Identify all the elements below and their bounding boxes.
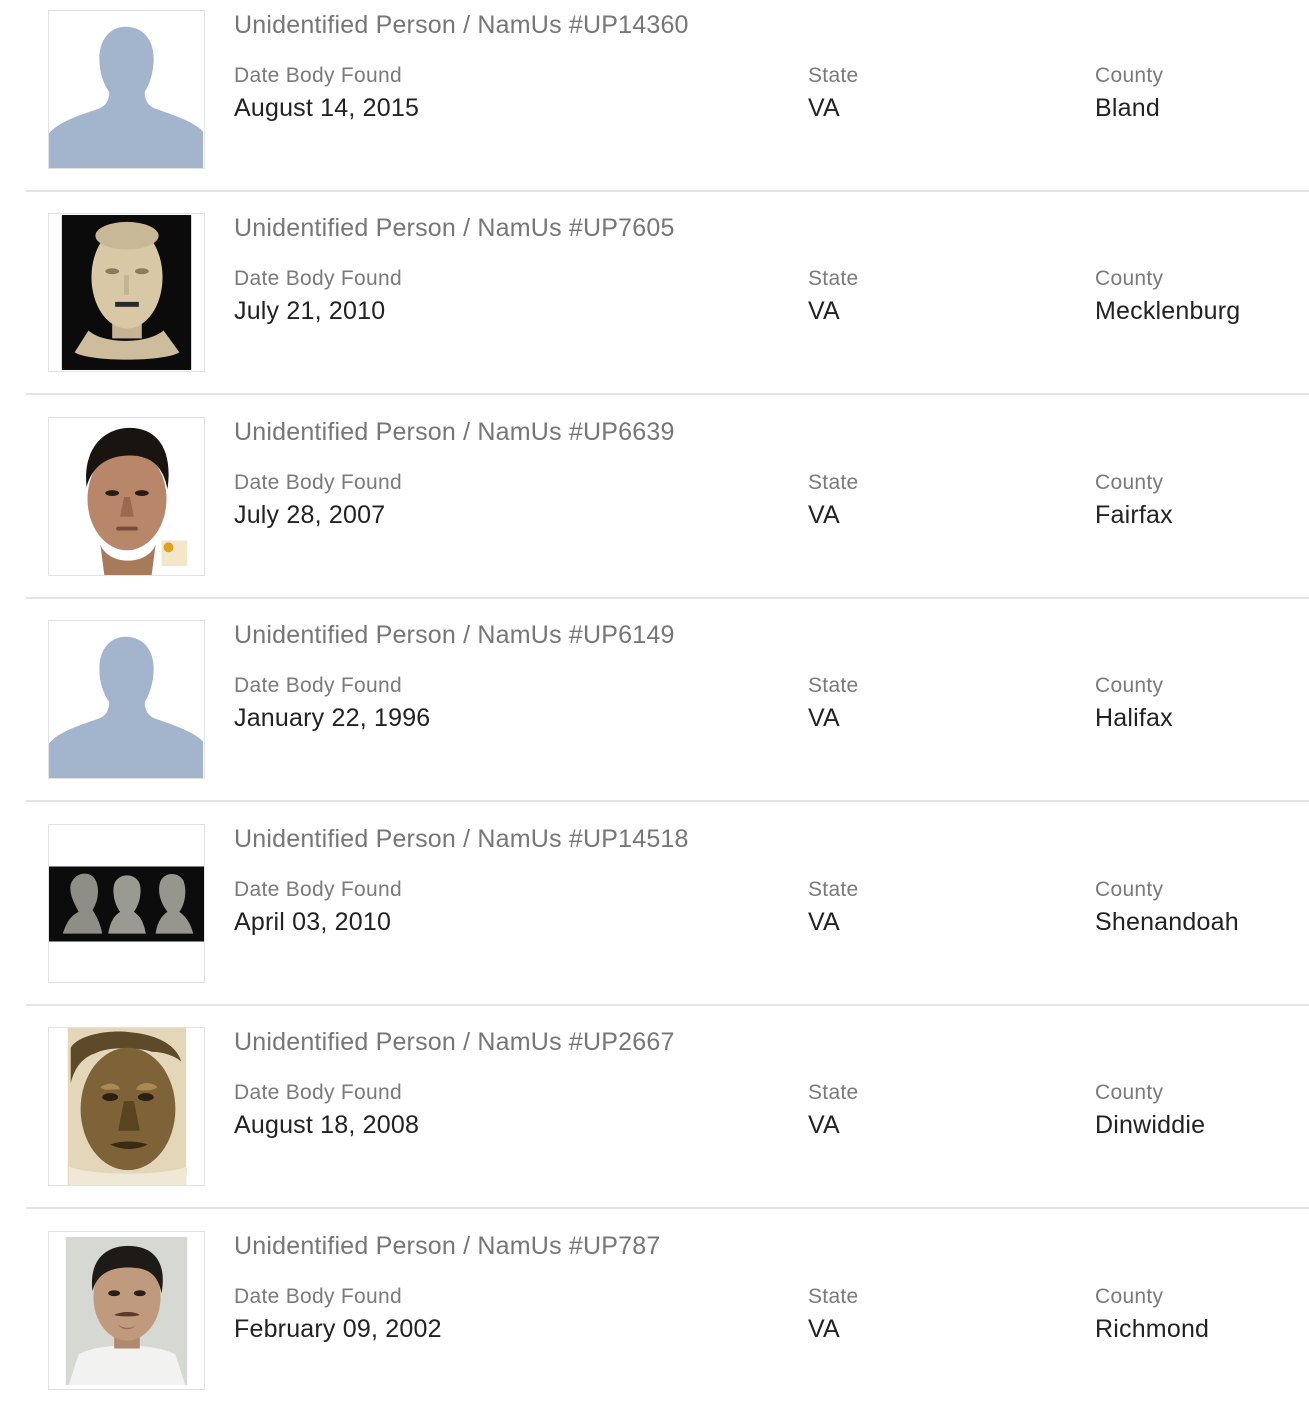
state-value: VA: [808, 94, 840, 122]
date-field: Date Body Found August 18, 2008: [234, 1081, 419, 1140]
date-value: August 14, 2015: [234, 94, 420, 122]
case-row[interactable]: Unidentified Person / NamUs #UP2667 Date…: [0, 1017, 1309, 1220]
county-field: County Halifax: [1095, 674, 1173, 733]
case-title-link[interactable]: Unidentified Person / NamUs #UP7605: [234, 214, 675, 243]
county-value: Shenandoah: [1095, 908, 1239, 936]
date-value: August 18, 2008: [234, 1111, 420, 1139]
case-title-link[interactable]: Unidentified Person / NamUs #UP6639: [234, 418, 675, 447]
person-silhouette-icon: [49, 636, 204, 778]
case-photo-thumbnail[interactable]: [48, 213, 205, 372]
row-divider: [26, 800, 1309, 802]
date-label: Date Body Found: [234, 1081, 402, 1104]
county-label: County: [1095, 674, 1164, 697]
state-field: State VA: [808, 878, 859, 937]
date-value: July 28, 2007: [234, 501, 386, 529]
county-value: Halifax: [1095, 704, 1173, 732]
facial-reconstruction-image: [49, 418, 204, 575]
county-label: County: [1095, 267, 1164, 290]
state-label: State: [808, 878, 859, 901]
county-value: Bland: [1095, 94, 1160, 122]
date-value: July 21, 2010: [234, 297, 386, 325]
case-photo-thumbnail[interactable]: [48, 824, 205, 983]
date-value: April 03, 2010: [234, 908, 392, 936]
row-divider: [26, 1004, 1309, 1006]
county-label: County: [1095, 64, 1164, 87]
case-row[interactable]: Unidentified Person / NamUs #UP6149 Date…: [0, 610, 1309, 813]
date-value: February 09, 2002: [234, 1315, 442, 1343]
county-field: County Shenandoah: [1095, 878, 1239, 937]
state-label: State: [808, 1285, 859, 1308]
county-label: County: [1095, 471, 1164, 494]
case-title-link[interactable]: Unidentified Person / NamUs #UP14360: [234, 11, 689, 40]
case-photo-thumbnail[interactable]: [48, 1231, 205, 1390]
case-title-link[interactable]: Unidentified Person / NamUs #UP787: [234, 1232, 660, 1261]
state-value: VA: [808, 1315, 840, 1343]
state-field: State VA: [808, 1285, 859, 1344]
date-value: January 22, 1996: [234, 704, 431, 732]
case-row[interactable]: Unidentified Person / NamUs #UP6639 Date…: [0, 407, 1309, 610]
state-label: State: [808, 471, 859, 494]
county-label: County: [1095, 1285, 1164, 1308]
date-field: Date Body Found July 28, 2007: [234, 471, 402, 530]
county-field: County Fairfax: [1095, 471, 1173, 530]
row-divider: [26, 190, 1309, 192]
row-divider: [26, 597, 1309, 599]
state-field: State VA: [808, 471, 859, 530]
row-divider: [26, 1207, 1309, 1209]
state-field: State VA: [808, 267, 859, 326]
row-divider: [26, 393, 1309, 395]
sepia-sketch-image: [67, 1028, 188, 1185]
state-label: State: [808, 64, 859, 87]
case-photo-thumbnail[interactable]: [48, 620, 205, 779]
date-field: Date Body Found April 03, 2010: [234, 878, 402, 937]
date-label: Date Body Found: [234, 674, 402, 697]
case-photo-thumbnail[interactable]: [48, 10, 205, 169]
date-label: Date Body Found: [234, 878, 402, 901]
state-value: VA: [808, 704, 840, 732]
county-label: County: [1095, 1081, 1164, 1104]
case-photo-thumbnail[interactable]: [48, 1027, 205, 1186]
county-value: Fairfax: [1095, 501, 1173, 529]
photo-portrait-image: [65, 1236, 188, 1386]
state-value: VA: [808, 908, 840, 936]
state-field: State VA: [808, 674, 859, 733]
county-value: Dinwiddie: [1095, 1111, 1206, 1139]
case-row[interactable]: Unidentified Person / NamUs #UP787 Date …: [0, 1221, 1309, 1424]
case-row[interactable]: Unidentified Person / NamUs #UP7605 Date…: [0, 203, 1309, 406]
case-row[interactable]: Unidentified Person / NamUs #UP14518 Dat…: [0, 814, 1309, 1017]
date-label: Date Body Found: [234, 64, 402, 87]
county-field: County Richmond: [1095, 1285, 1209, 1344]
date-field: Date Body Found July 21, 2010: [234, 267, 402, 326]
county-field: County Dinwiddie: [1095, 1081, 1205, 1140]
case-title-link[interactable]: Unidentified Person / NamUs #UP2667: [234, 1028, 675, 1057]
date-label: Date Body Found: [234, 471, 402, 494]
case-title-link[interactable]: Unidentified Person / NamUs #UP14518: [234, 825, 689, 854]
state-value: VA: [808, 1111, 840, 1139]
case-photo-thumbnail[interactable]: [48, 417, 205, 576]
three-angle-reconstruction-image: [49, 825, 204, 982]
person-silhouette-icon: [49, 26, 204, 168]
case-row[interactable]: Unidentified Person / NamUs #UP14360 Dat…: [0, 0, 1309, 203]
state-value: VA: [808, 297, 840, 325]
county-field: County Bland: [1095, 64, 1163, 123]
state-label: State: [808, 674, 859, 697]
county-value: Mecklenburg: [1095, 297, 1241, 325]
county-value: Richmond: [1095, 1315, 1210, 1343]
state-value: VA: [808, 501, 840, 529]
case-title-link[interactable]: Unidentified Person / NamUs #UP6149: [234, 621, 675, 650]
date-field: Date Body Found February 09, 2002: [234, 1285, 442, 1344]
date-label: Date Body Found: [234, 267, 402, 290]
date-field: Date Body Found January 22, 1996: [234, 674, 430, 733]
county-label: County: [1095, 878, 1164, 901]
state-field: State VA: [808, 64, 859, 123]
forensic-reconstruction-image: [61, 215, 192, 370]
date-label: Date Body Found: [234, 1285, 402, 1308]
date-field: Date Body Found August 14, 2015: [234, 64, 419, 123]
state-label: State: [808, 1081, 859, 1104]
state-field: State VA: [808, 1081, 859, 1140]
state-label: State: [808, 267, 859, 290]
county-field: County Mecklenburg: [1095, 267, 1240, 326]
